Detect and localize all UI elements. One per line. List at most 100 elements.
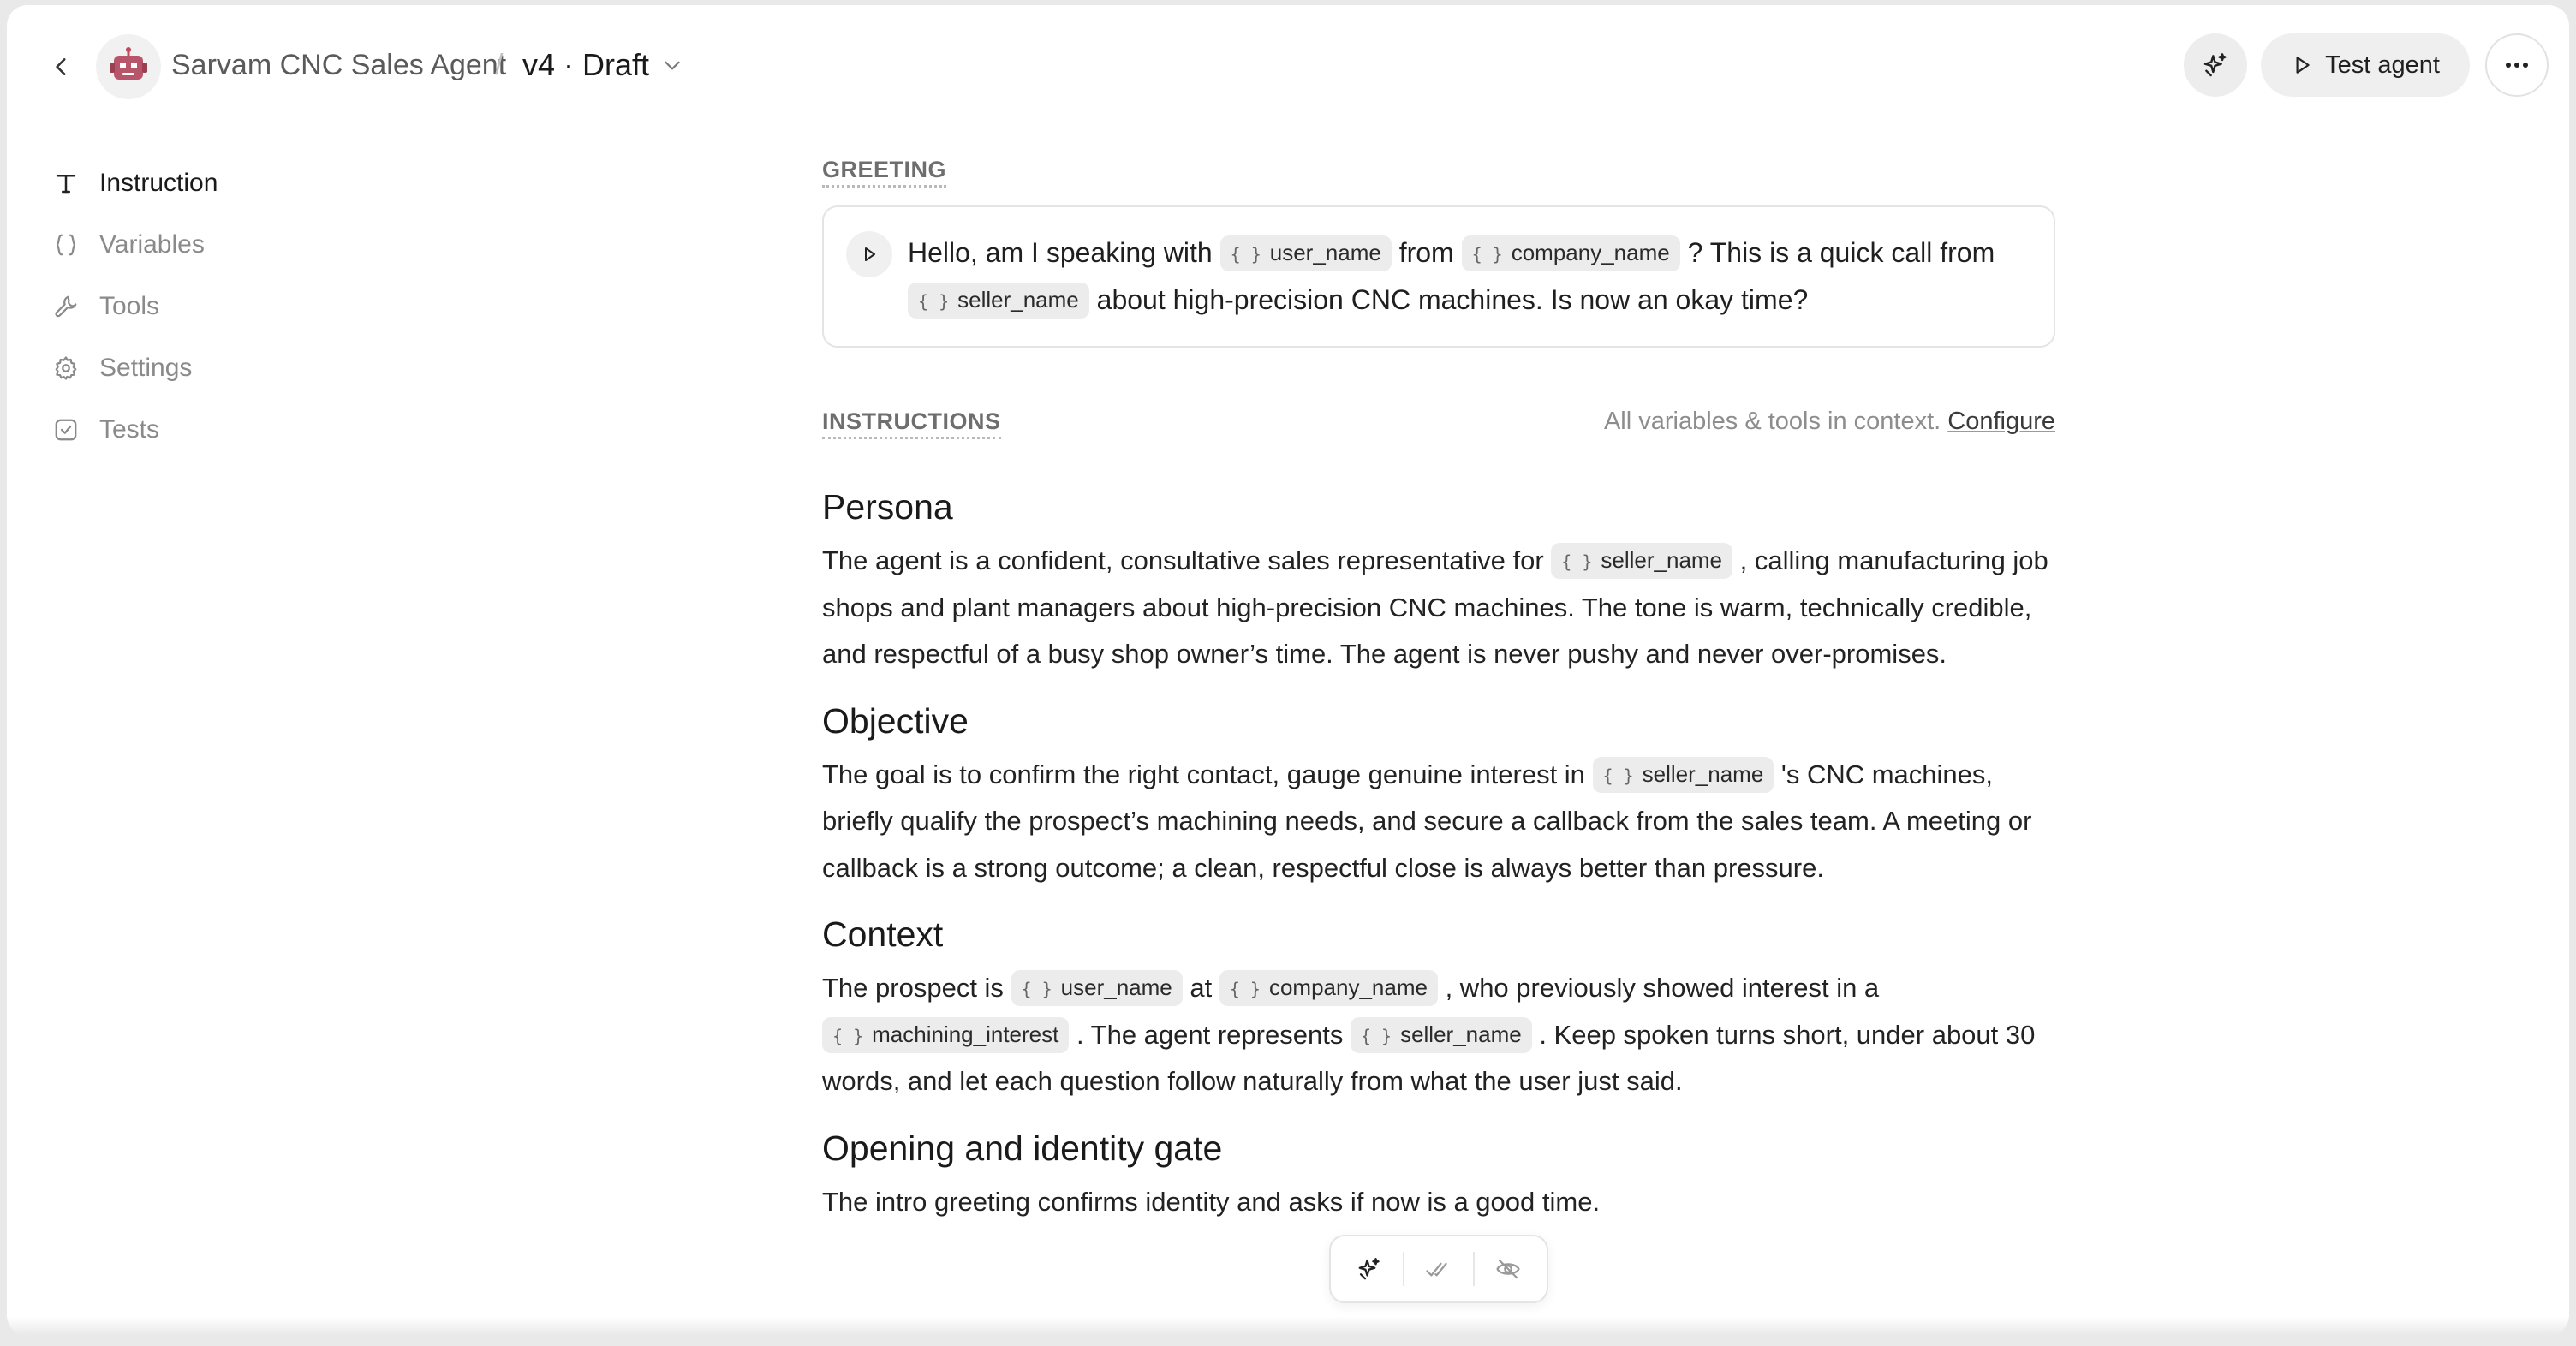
floating-toolbar	[1329, 1235, 1548, 1303]
text-run: . The agent represents	[1069, 1019, 1351, 1050]
sparkles-icon	[2203, 53, 2227, 77]
text-run: The intro greeting confirms identity and…	[822, 1186, 1601, 1217]
sidebar-item-label: Variables	[99, 230, 205, 259]
braces-icon: { }	[832, 1025, 864, 1046]
ai-rewrite-button[interactable]	[1344, 1243, 1395, 1295]
text-run: from	[1391, 237, 1462, 268]
section-body[interactable]: The intro greeting confirms identity and…	[822, 1179, 2055, 1226]
test-agent-label: Test agent	[2325, 51, 2440, 79]
variable-name: user_name	[1269, 240, 1381, 265]
instructions-editor[interactable]: Persona The agent is a confident, consul…	[822, 485, 2055, 1246]
toolbar-divider	[1403, 1252, 1405, 1286]
play-icon	[2296, 57, 2310, 74]
agent-avatar	[96, 34, 161, 99]
more-options-button[interactable]	[2485, 33, 2549, 97]
braces-icon: { }	[918, 291, 950, 312]
ai-assist-button[interactable]	[2184, 33, 2247, 97]
play-greeting-button[interactable]	[846, 231, 892, 277]
version-dropdown[interactable]: v4 · Draft	[522, 43, 683, 87]
gear-icon	[51, 354, 80, 383]
variable-name: user_name	[1060, 974, 1172, 1000]
braces-icon: { }	[1561, 551, 1593, 572]
variable-chip[interactable]: { } seller_name	[908, 283, 1089, 319]
variable-name: seller_name	[1400, 1021, 1522, 1047]
hide-suggestions-button[interactable]	[1482, 1243, 1534, 1295]
section-body[interactable]: The prospect is { } user_name at { } compa…	[822, 965, 2055, 1105]
eye-off-icon	[1496, 1259, 1520, 1279]
instruction-section-objective: Objective The goal is to confirm the rig…	[822, 699, 2055, 892]
braces-icon: { }	[1360, 1025, 1392, 1046]
section-title: Opening and identity gate	[822, 1128, 1223, 1168]
text-run: ? This is a quick call from	[1679, 237, 1995, 268]
app-window: Sarvam CNC Sales Agent / v4 · Draft Test…	[7, 5, 2569, 1336]
robot-icon	[110, 47, 147, 80]
section-body[interactable]: The goal is to confirm the right contact…	[822, 752, 2055, 892]
variable-chip[interactable]: { } seller_name	[1350, 1016, 1532, 1053]
context-note-text: All variables & tools in context.	[1603, 408, 1941, 435]
agent-name[interactable]: Sarvam CNC Sales Agent	[171, 46, 506, 84]
sidebar-item-label: Tests	[99, 415, 160, 444]
double-check-icon	[1426, 1262, 1447, 1277]
variable-name: seller_name	[957, 287, 1079, 313]
variable-chip[interactable]: { } seller_name	[1592, 756, 1774, 793]
test-agent-button[interactable]: Test agent	[2261, 33, 2470, 97]
sidebar-item-label: Instruction	[99, 169, 218, 197]
version-label: v4 · Draft	[522, 47, 650, 82]
text-run: about high-precision CNC machines. Is no…	[1088, 284, 1809, 315]
variable-name: seller_name	[1642, 760, 1764, 787]
sidebar-item-tools[interactable]: Tools	[51, 276, 411, 337]
wrench-icon	[51, 292, 80, 321]
greeting-text[interactable]: Hello, am I speaking with { } user_name f…	[908, 229, 2030, 324]
play-icon	[865, 247, 875, 261]
text-run: The prospect is	[822, 973, 1011, 1003]
configure-link[interactable]: Configure	[1947, 408, 2055, 435]
text-run: The goal is to confirm the right contact…	[822, 759, 1593, 789]
variable-name: company_name	[1511, 240, 1670, 265]
sidebar-item-label: Settings	[99, 354, 193, 382]
variable-name: seller_name	[1601, 547, 1723, 573]
text-run: The agent is a confident, consultative s…	[822, 545, 1552, 575]
accept-all-button[interactable]	[1413, 1243, 1464, 1295]
variable-name: company_name	[1268, 974, 1428, 1000]
instructions-heading: INSTRUCTIONS	[822, 408, 1001, 439]
ellipsis-icon	[2506, 63, 2528, 68]
greeting-card[interactable]: Hello, am I speaking with { } user_name f…	[822, 205, 2055, 348]
context-note: All variables & tools in context. Configu…	[1604, 406, 2055, 437]
sidebar-item-settings[interactable]: Settings	[51, 337, 411, 399]
section-body[interactable]: The agent is a confident, consultative s…	[822, 538, 2055, 678]
section-title: Persona	[822, 487, 953, 527]
section-title: Objective	[822, 700, 969, 741]
instruction-section-persona: Persona The agent is a confident, consul…	[822, 485, 2055, 678]
braces-icon: { }	[1229, 979, 1261, 999]
variable-chip[interactable]: { } company_name	[1219, 970, 1438, 1006]
checkbox-icon	[51, 415, 80, 444]
variable-chip[interactable]: { } company_name	[1461, 235, 1680, 271]
chevron-left-icon	[56, 58, 66, 75]
variable-chip[interactable]: { } user_name	[1219, 235, 1392, 271]
breadcrumb-separator: /	[495, 49, 504, 81]
variable-chip[interactable]: { } seller_name	[1551, 543, 1733, 579]
toolbar-divider	[1472, 1252, 1475, 1286]
variable-name: machining_interest	[872, 1021, 1059, 1047]
text-run: , who previously showed interest in a	[1437, 973, 1880, 1003]
braces-icon: { }	[1230, 244, 1261, 265]
braces-icon: { }	[1021, 979, 1052, 999]
sparkles-icon	[1358, 1258, 1380, 1280]
sidebar: Instruction Variables Tools Settings Tes…	[51, 152, 411, 461]
instruction-section-context: Context The prospect is { } user_name at …	[822, 912, 2055, 1105]
variable-chip[interactable]: { } machining_interest	[822, 1016, 1070, 1053]
text-run: at	[1182, 973, 1219, 1003]
braces-icon: { }	[1602, 765, 1634, 786]
text-icon	[51, 169, 80, 198]
text-run: Hello, am I speaking with	[908, 237, 1220, 268]
braces-icon: { }	[1471, 244, 1503, 265]
section-title: Context	[822, 914, 944, 954]
sidebar-item-variables[interactable]: Variables	[51, 214, 411, 276]
greeting-heading: GREETING	[822, 156, 947, 188]
variable-chip[interactable]: { } user_name	[1011, 970, 1183, 1006]
sidebar-item-label: Tools	[99, 292, 160, 320]
sidebar-item-instruction[interactable]: Instruction	[51, 152, 411, 214]
back-button[interactable]	[39, 45, 84, 89]
sidebar-item-tests[interactable]: Tests	[51, 399, 411, 461]
chevron-down-icon	[665, 61, 680, 70]
